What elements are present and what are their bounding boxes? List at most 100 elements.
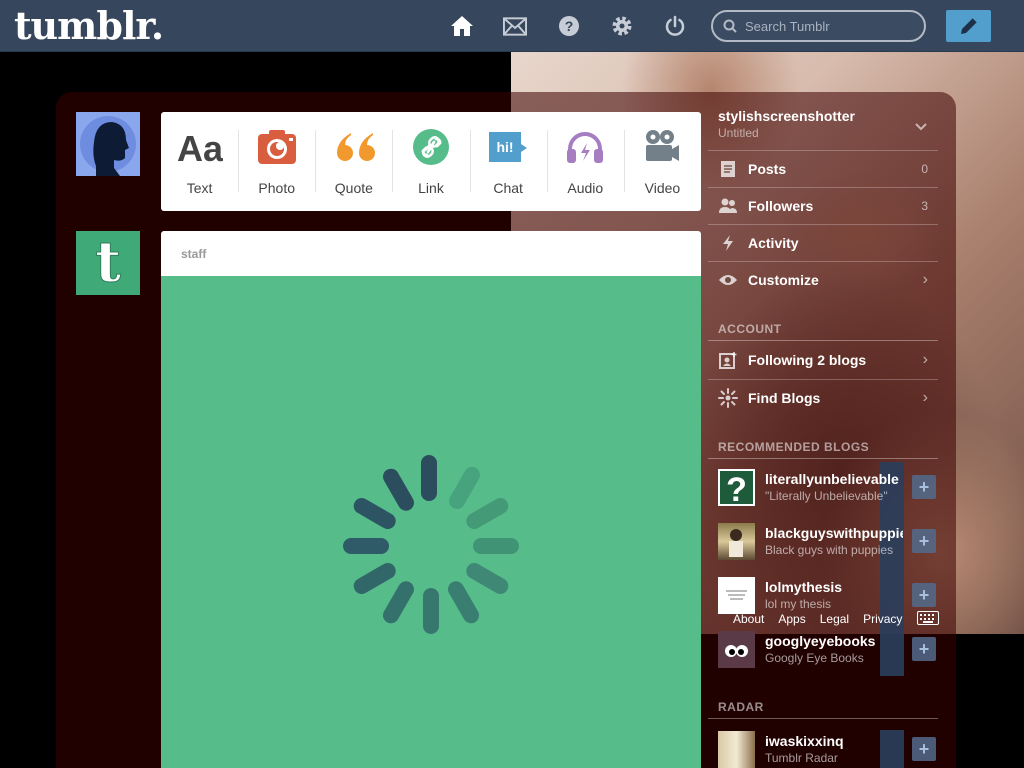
user-avatar[interactable] <box>76 112 140 176</box>
post-type-video[interactable]: Video <box>623 112 701 211</box>
post-type-audio[interactable]: Audio <box>546 112 624 211</box>
tumblr-logo[interactable]: tumblr. <box>14 4 164 48</box>
search-box[interactable] <box>711 10 926 42</box>
posts-count: 0 <box>921 161 928 176</box>
post-content <box>161 276 701 768</box>
sidebar-item-posts[interactable]: Posts 0 <box>708 150 938 186</box>
post-author[interactable]: staff <box>161 231 701 276</box>
compose-button[interactable] <box>946 10 991 42</box>
post-type-label: Video <box>644 180 681 196</box>
radar-heading: RADAR <box>718 700 764 714</box>
search-icon <box>723 19 737 33</box>
follow-button[interactable]: + <box>912 637 936 661</box>
settings-icon[interactable] <box>610 14 634 38</box>
blog-avatar <box>718 731 755 768</box>
post-type-photo[interactable]: Photo <box>238 112 315 211</box>
post-type-bar: Aa Text Photo Quote Link hi! Chat Audio <box>161 112 701 211</box>
blog-name: iwaskixxinq <box>765 733 844 749</box>
eye-icon <box>708 273 748 287</box>
radar-blog-item[interactable]: iwaskixxinq Tumblr Radar + <box>718 731 938 768</box>
keyboard-icon[interactable] <box>917 611 939 625</box>
follow-button[interactable]: + <box>912 583 936 607</box>
footer-link-privacy[interactable]: Privacy <box>863 612 902 626</box>
blog-description: "Literally Unbelievable" <box>765 489 888 503</box>
blog-description: lol my thesis <box>765 597 832 611</box>
sidebar-item-label: Following 2 blogs <box>748 352 867 368</box>
blog-name: googlyeyebooks <box>765 633 876 649</box>
footer-link-apps[interactable]: Apps <box>778 612 805 626</box>
blog-name: blackguyswithpuppies <box>765 525 903 541</box>
post-type-quote[interactable]: Quote <box>315 112 392 211</box>
link-icon <box>412 126 450 168</box>
divider <box>708 718 938 719</box>
sidebar-item-label: Find Blogs <box>748 389 821 406</box>
divider <box>708 458 938 459</box>
loading-spinner-icon <box>343 455 519 634</box>
video-icon <box>643 126 681 168</box>
sidebar-item-find-blogs[interactable]: Find Blogs › <box>708 379 938 415</box>
sidebar-item-label: Activity <box>748 234 799 251</box>
sidebar-item-label: Customize <box>748 271 819 288</box>
top-navbar: tumblr. ? <box>0 0 1024 52</box>
svg-text:t: t <box>95 237 121 289</box>
svg-text:hi!: hi! <box>497 139 514 155</box>
sidebar-item-customize[interactable]: Customize › <box>708 261 938 297</box>
post-card: staff <box>161 231 701 768</box>
recommended-blog-item[interactable]: blackguyswithpuppies Black guys with pup… <box>718 523 938 577</box>
blog-avatar: ? <box>718 469 755 509</box>
followers-count: 3 <box>921 198 928 213</box>
recommended-heading: RECOMMENDED BLOGS <box>718 440 870 454</box>
blog-description: Googly Eye Books <box>765 651 864 665</box>
search-input[interactable] <box>745 18 915 34</box>
post-type-label: Quote <box>334 180 373 196</box>
chevron-right-icon: › <box>922 351 928 368</box>
mail-icon[interactable] <box>503 14 527 38</box>
follow-button[interactable]: + <box>912 529 936 553</box>
compass-icon <box>708 387 748 408</box>
blog-avatar <box>718 577 755 614</box>
blog-name: lolmythesis <box>765 579 843 595</box>
lightning-icon <box>708 234 748 252</box>
footer-link-about[interactable]: About <box>733 612 764 626</box>
footer-link-legal[interactable]: Legal <box>820 612 849 626</box>
sidebar-item-activity[interactable]: Activity <box>708 224 938 260</box>
text-icon: Aa <box>177 126 223 168</box>
follow-button[interactable]: + <box>912 737 936 761</box>
post-type-label: Chat <box>493 180 523 196</box>
post-type-label: Audio <box>567 180 604 196</box>
quote-icon <box>333 126 375 168</box>
chevron-right-icon: › <box>922 270 928 288</box>
recommended-blog-item[interactable]: googlyeyebooks Googly Eye Books + <box>718 631 938 685</box>
post-type-chat[interactable]: hi! Chat <box>469 112 547 211</box>
sidebar-item-label: Followers <box>748 197 814 214</box>
chat-icon: hi! <box>487 126 529 168</box>
sidebar-item-label: Posts <box>748 160 787 177</box>
staff-avatar[interactable]: t <box>76 231 140 295</box>
post-type-label: Photo <box>258 180 295 196</box>
help-icon[interactable]: ? <box>557 14 581 38</box>
camera-icon <box>257 126 296 168</box>
blog-name[interactable]: stylishscreenshotter <box>718 108 855 124</box>
audio-icon <box>565 126 605 168</box>
document-icon <box>708 160 748 178</box>
followers-icon <box>708 198 748 214</box>
blog-name: literallyunbelievable <box>765 471 899 487</box>
sidebar-item-following[interactable]: Following 2 blogs › <box>708 342 938 378</box>
home-icon[interactable] <box>450 14 474 38</box>
recommended-blog-item[interactable]: ? literallyunbelievable "Literally Unbel… <box>718 469 938 523</box>
power-icon[interactable] <box>663 14 687 38</box>
blog-description: Tumblr Radar <box>765 751 838 765</box>
follow-button[interactable]: + <box>912 475 936 499</box>
blog-subtitle: Untitled <box>718 126 759 140</box>
sidebar-item-followers[interactable]: Followers 3 <box>708 187 938 223</box>
post-type-link[interactable]: Link <box>392 112 469 211</box>
post-type-text[interactable]: Aa Text <box>161 112 238 211</box>
footer-links: About Apps Legal Privacy <box>733 612 902 626</box>
svg-text:Aa: Aa <box>177 128 223 167</box>
pencil-icon <box>960 17 977 34</box>
post-type-label: Text <box>186 180 213 196</box>
svg-text:?: ? <box>565 18 574 34</box>
divider <box>708 340 938 341</box>
svg-text:?: ? <box>726 471 747 504</box>
chevron-down-icon[interactable] <box>914 122 928 132</box>
